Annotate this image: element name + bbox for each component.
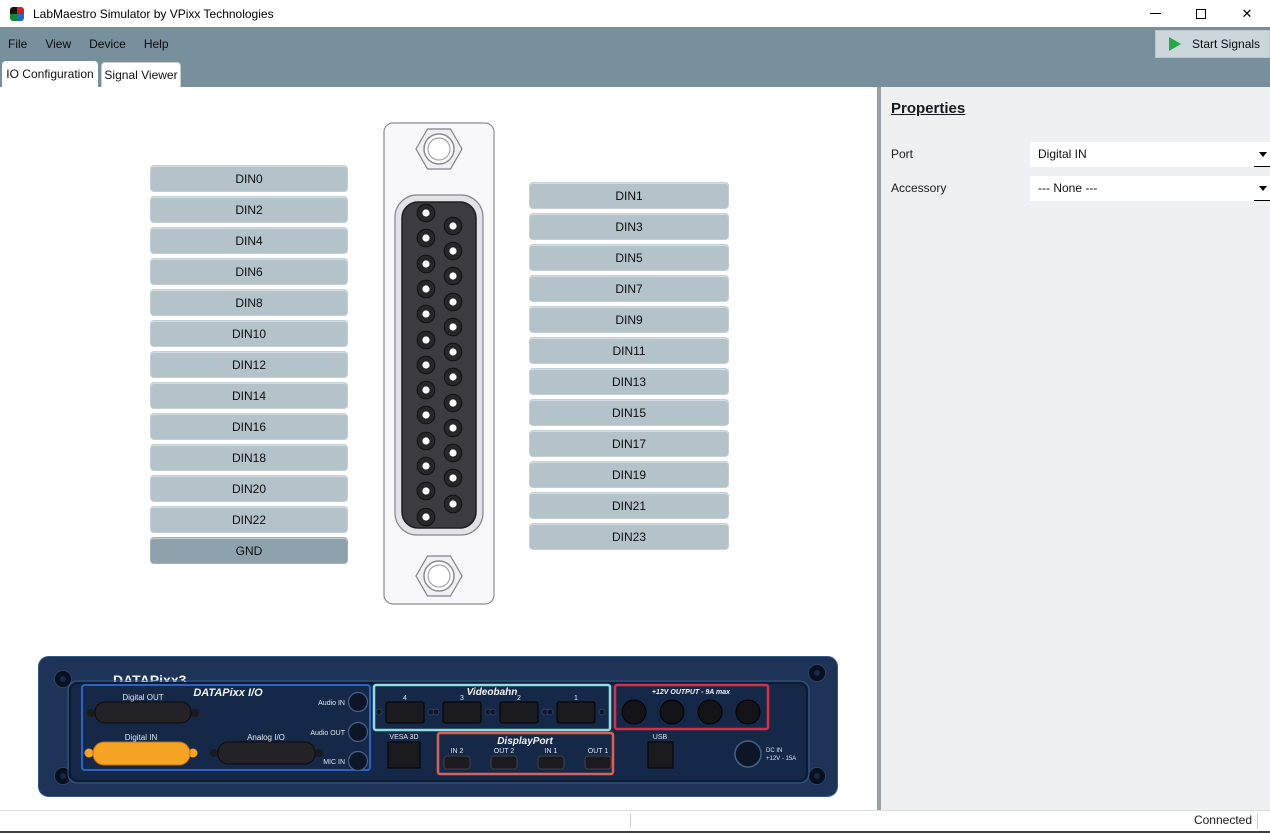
db25-connector-diagram xyxy=(383,122,495,605)
displayport-title: DisplayPort xyxy=(497,736,553,747)
status-divider xyxy=(1257,813,1258,829)
pin-button-din17[interactable]: DIN17 xyxy=(529,430,729,457)
pin-button-din16[interactable]: DIN16 xyxy=(150,413,348,440)
pin-button-din9[interactable]: DIN9 xyxy=(529,306,729,333)
svg-text:4: 4 xyxy=(403,695,407,702)
svg-text:USB: USB xyxy=(653,734,668,741)
dsub-shell xyxy=(395,195,483,535)
status-bar: Connected xyxy=(0,810,1270,833)
accessory-label: Accessory xyxy=(891,181,946,195)
menu-help[interactable]: Help xyxy=(135,37,178,51)
maximize-icon xyxy=(1196,9,1206,19)
menu-view[interactable]: View xyxy=(36,37,80,51)
app-icon xyxy=(10,7,24,21)
minimize-button[interactable] xyxy=(1132,0,1178,27)
connection-status: Connected xyxy=(1194,813,1252,827)
pin-button-din4[interactable]: DIN4 xyxy=(150,227,348,254)
maximize-button[interactable] xyxy=(1178,0,1224,27)
properties-panel: Properties Port Digital IN Accessory ---… xyxy=(881,87,1270,810)
svg-text:3: 3 xyxy=(460,695,464,702)
play-icon xyxy=(1169,37,1181,51)
start-signals-label: Start Signals xyxy=(1192,37,1260,51)
videobahn-title: Videobahn xyxy=(467,687,518,698)
pin-button-din7[interactable]: DIN7 xyxy=(529,275,729,302)
io-configuration-pane: DIN0 DIN2 DIN4 DIN6 DIN8 DIN10 DIN12 DIN… xyxy=(0,87,877,810)
close-icon: ✕ xyxy=(1242,7,1253,20)
window-title: LabMaestro Simulator by VPixx Technologi… xyxy=(33,7,274,21)
content-area: DIN0 DIN2 DIN4 DIN6 DIN8 DIN10 DIN12 DIN… xyxy=(0,87,1270,810)
pin-button-din5[interactable]: DIN5 xyxy=(529,244,729,271)
menu-device[interactable]: Device xyxy=(80,37,135,51)
chevron-down-icon xyxy=(1259,152,1267,157)
port-dropdown-value: Digital IN xyxy=(1030,142,1270,167)
pin-button-din13[interactable]: DIN13 xyxy=(529,368,729,395)
pin-button-din2[interactable]: DIN2 xyxy=(150,196,348,223)
svg-text:1: 1 xyxy=(574,695,578,702)
pin-button-din6[interactable]: DIN6 xyxy=(150,258,348,285)
svg-text:MIC IN: MIC IN xyxy=(323,759,345,766)
svg-text:OUT 1: OUT 1 xyxy=(588,748,609,755)
pin-button-din22[interactable]: DIN22 xyxy=(150,506,348,533)
svg-text:IN 2: IN 2 xyxy=(451,748,464,755)
svg-text:2: 2 xyxy=(517,695,521,702)
pin-button-din15[interactable]: DIN15 xyxy=(529,399,729,426)
svg-text:+12V - 15A: +12V - 15A xyxy=(766,756,796,762)
svg-text:Audio IN: Audio IN xyxy=(318,700,345,707)
pin-button-gnd[interactable]: GND xyxy=(150,537,348,564)
displayport-out2[interactable] xyxy=(491,756,517,769)
pin-column-right: DIN1 DIN3 DIN5 DIN7 DIN9 DIN11 DIN13 DIN… xyxy=(529,182,729,550)
svg-text:Audio OUT: Audio OUT xyxy=(310,730,345,737)
pin-button-din21[interactable]: DIN21 xyxy=(529,492,729,519)
accessory-dropdown[interactable]: --- None --- xyxy=(1030,176,1270,201)
pin-button-din23[interactable]: DIN23 xyxy=(529,523,729,550)
port-label: Port xyxy=(891,147,913,161)
displayport-in2[interactable] xyxy=(444,756,470,769)
pin-button-din18[interactable]: DIN18 xyxy=(150,444,348,471)
pin-button-din11[interactable]: DIN11 xyxy=(529,337,729,364)
datapixx3-device-image: DATAPixx3 DATAPixx I/O Digital OUT Digit… xyxy=(38,656,838,797)
chevron-down-icon xyxy=(1259,186,1267,191)
menu-file[interactable]: File xyxy=(0,37,36,51)
minimize-icon xyxy=(1150,13,1161,14)
pin-button-din3[interactable]: DIN3 xyxy=(529,213,729,240)
pin-button-din14[interactable]: DIN14 xyxy=(150,382,348,409)
svg-text:Analog I/O: Analog I/O xyxy=(247,733,285,742)
svg-text:DC IN: DC IN xyxy=(766,748,782,754)
status-divider xyxy=(630,814,631,828)
pin-button-din8[interactable]: DIN8 xyxy=(150,289,348,316)
tab-signal-viewer[interactable]: Signal Viewer xyxy=(101,62,181,87)
title-bar: LabMaestro Simulator by VPixx Technologi… xyxy=(0,0,1270,27)
pin-button-din20[interactable]: DIN20 xyxy=(150,475,348,502)
start-signals-button[interactable]: Start Signals xyxy=(1155,30,1270,58)
window-controls: ✕ xyxy=(1132,0,1270,27)
pin-button-din12[interactable]: DIN12 xyxy=(150,351,348,378)
svg-text:IN 1: IN 1 xyxy=(545,748,558,755)
pin-button-din10[interactable]: DIN10 xyxy=(150,320,348,347)
svg-text:VESA 3D: VESA 3D xyxy=(389,734,418,741)
dropdown-underline xyxy=(1254,200,1270,201)
port-field-row: Port Digital IN xyxy=(891,142,1270,167)
pin-button-din1[interactable]: DIN1 xyxy=(529,182,729,209)
close-button[interactable]: ✕ xyxy=(1224,0,1270,27)
port-dropdown[interactable]: Digital IN xyxy=(1030,142,1270,167)
svg-text:Digital OUT: Digital OUT xyxy=(122,693,163,702)
tab-bar: IO Configuration Signal Viewer xyxy=(0,60,1270,87)
svg-text:OUT 2: OUT 2 xyxy=(494,748,515,755)
dropdown-underline xyxy=(1254,166,1270,167)
vesa-3d-port[interactable]: VESA 3D xyxy=(388,734,420,768)
accessory-field-row: Accessory --- None --- xyxy=(891,176,1270,201)
displayport-in1[interactable] xyxy=(538,756,564,769)
properties-heading: Properties xyxy=(891,100,965,117)
svg-text:Digital IN: Digital IN xyxy=(125,733,158,742)
pin-column-left: DIN0 DIN2 DIN4 DIN6 DIN8 DIN10 DIN12 DIN… xyxy=(150,165,348,564)
power-title: +12V OUTPUT - 9A max xyxy=(652,689,731,696)
displayport-out1[interactable] xyxy=(585,756,611,769)
tab-io-configuration[interactable]: IO Configuration xyxy=(2,61,98,87)
io-section-title: DATAPixx I/O xyxy=(193,687,263,699)
menu-bar: File View Device Help Start Signals xyxy=(0,27,1270,60)
pin-button-din19[interactable]: DIN19 xyxy=(529,461,729,488)
pin-button-din0[interactable]: DIN0 xyxy=(150,165,348,192)
accessory-dropdown-value: --- None --- xyxy=(1030,176,1270,201)
